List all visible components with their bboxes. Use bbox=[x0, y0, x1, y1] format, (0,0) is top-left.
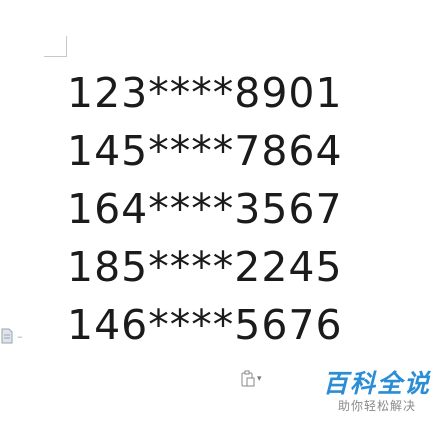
document-line[interactable]: 145****7864 bbox=[67, 122, 343, 180]
watermark-title: 百科全说 bbox=[322, 369, 431, 398]
paste-options-button[interactable]: ▾ bbox=[240, 370, 262, 388]
watermark-subtitle: 助你轻松解决 bbox=[337, 399, 416, 413]
document-page-icon bbox=[1, 328, 13, 344]
document-line[interactable]: 123****8901 bbox=[67, 64, 343, 122]
document-body[interactable]: 123****8901 145****7864 164****3567 185*… bbox=[67, 64, 343, 354]
paste-options-icon bbox=[241, 370, 255, 387]
page-margin-corner-mark bbox=[44, 36, 67, 57]
paragraph-options-icon[interactable]: – bbox=[1, 328, 23, 344]
dropdown-dash-icon: – bbox=[17, 329, 23, 343]
chevron-down-icon: ▾ bbox=[257, 374, 262, 384]
document-line[interactable]: 185****2245 bbox=[67, 238, 343, 296]
document-line[interactable]: 146****5676 bbox=[67, 296, 343, 354]
document-line[interactable]: 164****3567 bbox=[67, 180, 343, 238]
watermark-logo: 百科全说 助你轻松解决 bbox=[322, 370, 432, 414]
